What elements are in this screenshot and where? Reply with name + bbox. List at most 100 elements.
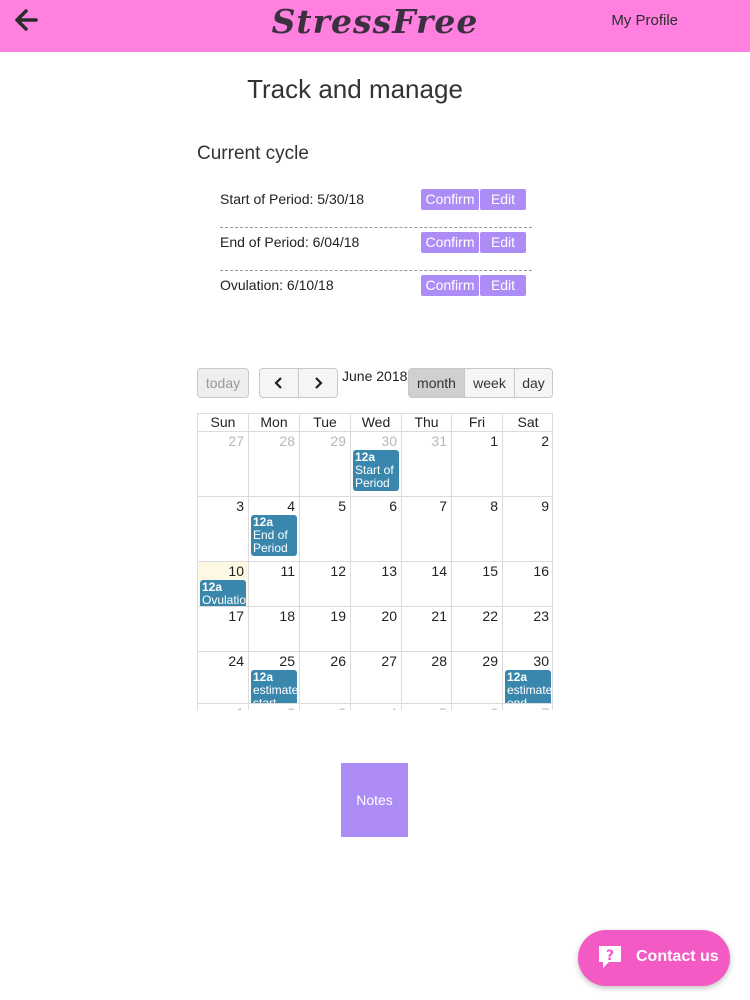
event-title: Start of Period <box>355 463 394 490</box>
calendar-day-cell[interactable]: 28 <box>401 651 451 703</box>
calendar-day-cell[interactable]: 3 <box>197 496 248 561</box>
calendar-day-cell[interactable]: 17 <box>197 606 248 651</box>
calendar-day-cell[interactable]: 8 <box>451 496 502 561</box>
weekday-label: Tue <box>299 413 350 431</box>
day-number: 16 <box>533 563 549 579</box>
calendar-day-cell[interactable]: 6 <box>451 703 502 710</box>
calendar-day-cell[interactable]: 30 12a Start of Period <box>350 431 401 496</box>
calendar-day-cell[interactable]: 1 <box>451 431 502 496</box>
day-number: 6 <box>389 498 397 514</box>
day-number: 7 <box>439 498 447 514</box>
calendar-day-cell[interactable]: 2 <box>248 703 299 710</box>
day-number: 29 <box>330 433 346 449</box>
weekday-label: Thu <box>401 413 451 431</box>
calendar-day-cell[interactable]: 7 <box>401 496 451 561</box>
calendar-day-cell[interactable]: 26 <box>299 651 350 703</box>
contact-us-button[interactable]: ? Contact us <box>578 930 730 986</box>
day-number: 27 <box>228 433 244 449</box>
calendar-day-cell[interactable]: 5 <box>401 703 451 710</box>
confirm-button[interactable]: Confirm <box>421 232 479 253</box>
calendar-day-cell[interactable]: 3 <box>299 703 350 710</box>
cycle-row-label: End of Period: 6/04/18 <box>220 234 360 250</box>
calendar-day-cell[interactable]: 27 <box>197 431 248 496</box>
calendar-day-cell[interactable]: 5 <box>299 496 350 561</box>
day-number: 7 <box>541 705 549 710</box>
confirm-button[interactable]: Confirm <box>421 275 479 296</box>
calendar-day-cell[interactable]: 29 <box>299 431 350 496</box>
day-number: 25 <box>279 653 295 669</box>
calendar-day-cell[interactable]: 4 <box>350 703 401 710</box>
event-time: 12a <box>355 450 376 464</box>
calendar-day-cell[interactable]: 21 <box>401 606 451 651</box>
calendar-day-cell[interactable]: 12 <box>299 561 350 606</box>
day-number: 28 <box>279 433 295 449</box>
day-number: 17 <box>228 608 244 624</box>
calendar-event[interactable]: 12a End of Period <box>251 515 297 556</box>
calendar-day-cell[interactable]: 4 12a End of Period <box>248 496 299 561</box>
prev-month-button[interactable] <box>259 368 299 398</box>
my-profile-link[interactable]: My Profile <box>611 12 678 29</box>
calendar-day-cell[interactable]: 2512a estimated start <box>248 651 299 710</box>
day-number: 23 <box>533 608 549 624</box>
calendar-day-cell-today[interactable]: 1012a Ovulation <box>197 561 248 608</box>
day-number: 11 <box>280 563 295 579</box>
chevron-right-icon <box>315 377 323 389</box>
event-time: 12a <box>202 580 223 594</box>
cycle-row-start-of-period: Start of Period: 5/30/18 Confirm Edit <box>220 185 532 228</box>
day-number: 30 <box>381 433 397 449</box>
day-number: 8 <box>490 498 498 514</box>
calendar-day-cell[interactable]: 22 <box>451 606 502 651</box>
day-number: 5 <box>439 705 447 710</box>
day-number: 4 <box>389 705 397 710</box>
calendar-day-cell[interactable]: 23 <box>502 606 553 651</box>
calendar-day-cell[interactable]: 18 <box>248 606 299 651</box>
week-view-button[interactable]: week <box>464 368 515 398</box>
day-number: 1 <box>490 433 498 449</box>
calendar-day-cell[interactable]: 15 <box>451 561 502 606</box>
next-month-button[interactable] <box>298 368 338 398</box>
calendar-day-cell[interactable]: 11 <box>248 561 299 606</box>
weekday-label: Fri <box>451 413 502 431</box>
edit-button[interactable]: Edit <box>480 232 526 253</box>
notes-button[interactable]: Notes <box>341 763 408 837</box>
calendar-day-cell[interactable]: 31 <box>401 431 451 496</box>
month-view-button[interactable]: month <box>408 368 465 398</box>
edit-button[interactable]: Edit <box>480 275 526 296</box>
calendar-day-cell[interactable]: 28 <box>248 431 299 496</box>
day-number: 30 <box>533 653 549 669</box>
day-number: 2 <box>287 705 295 710</box>
confirm-button[interactable]: Confirm <box>421 189 479 210</box>
current-cycle-heading: Current cycle <box>197 143 309 164</box>
calendar-event[interactable]: 12a Ovulation <box>200 580 246 608</box>
day-number: 15 <box>482 563 498 579</box>
day-number: 2 <box>541 433 549 449</box>
day-view-button[interactable]: day <box>514 368 553 398</box>
calendar-day-cell[interactable]: 24 <box>197 651 248 703</box>
day-number: 19 <box>330 608 346 624</box>
calendar-day-cell[interactable]: 20 <box>350 606 401 651</box>
calendar-day-cell[interactable]: 16 <box>502 561 553 606</box>
day-number: 3 <box>338 705 346 710</box>
calendar-day-cell[interactable]: 3012a estimated end <box>502 651 553 710</box>
day-number: 27 <box>381 653 397 669</box>
today-button[interactable]: today <box>197 368 249 398</box>
day-number: 13 <box>381 563 397 579</box>
event-title: Ovulation <box>202 593 246 607</box>
calendar-day-cell[interactable]: 27 <box>350 651 401 703</box>
calendar-day-cell[interactable]: 9 <box>502 496 553 561</box>
contact-us-label: Contact us <box>636 948 719 965</box>
svg-text:?: ? <box>606 948 614 964</box>
day-number: 6 <box>490 705 498 710</box>
day-number: 20 <box>381 608 397 624</box>
calendar-day-cell[interactable]: 19 <box>299 606 350 651</box>
calendar-event[interactable]: 12a Start of Period <box>353 450 399 491</box>
calendar-day-cell[interactable]: 13 <box>350 561 401 606</box>
calendar-day-cell[interactable]: 1 <box>197 703 248 710</box>
calendar-day-cell[interactable]: 29 <box>451 651 502 703</box>
edit-button[interactable]: Edit <box>480 189 526 210</box>
calendar-day-cell[interactable]: 7 <box>502 703 553 710</box>
calendar-day-cell[interactable]: 2 <box>502 431 553 496</box>
day-number: 29 <box>482 653 498 669</box>
calendar-day-cell[interactable]: 6 <box>350 496 401 561</box>
calendar-day-cell[interactable]: 14 <box>401 561 451 606</box>
